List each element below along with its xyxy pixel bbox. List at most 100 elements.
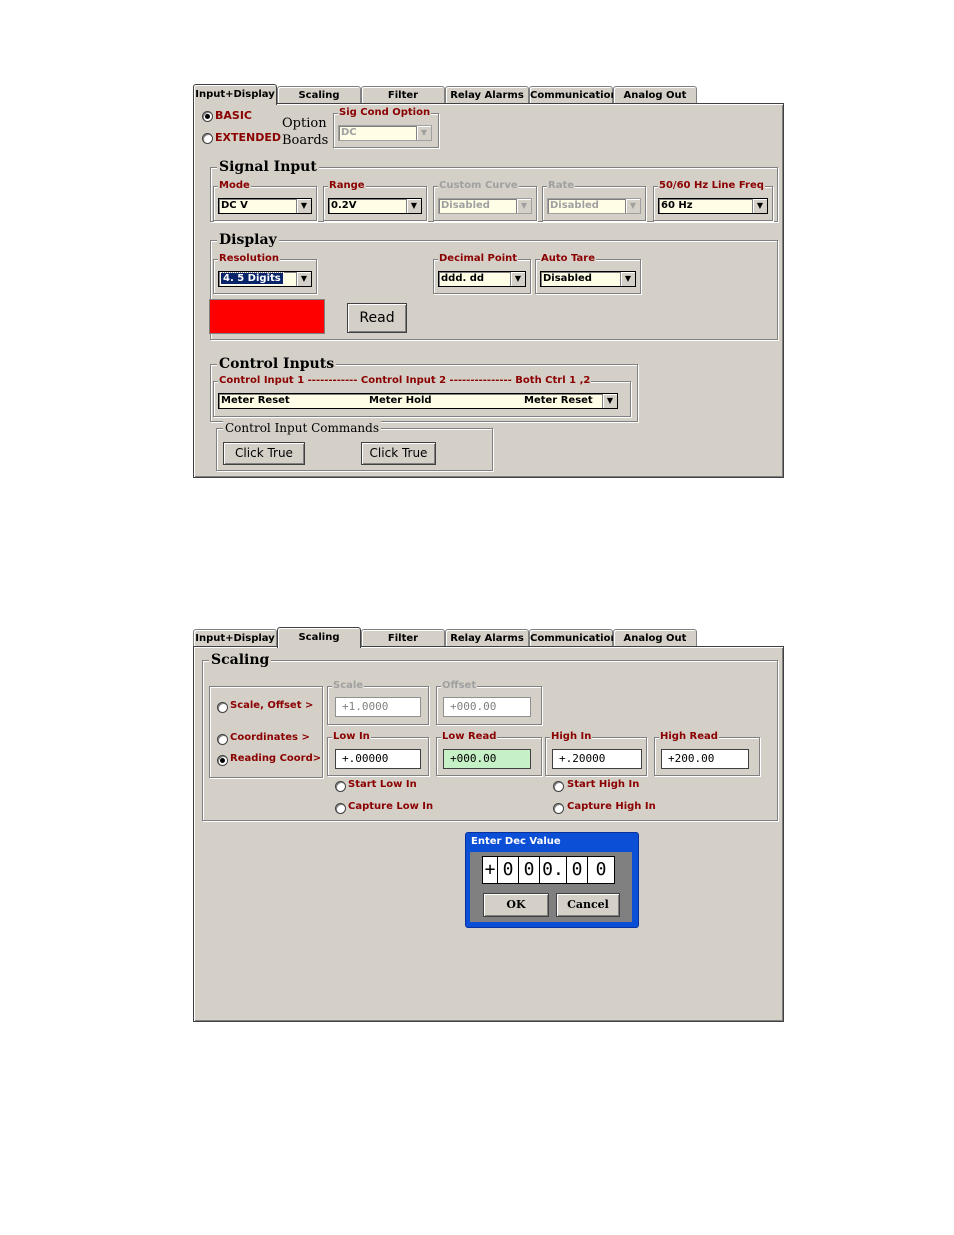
decimal-point-select[interactable]: ddd. dd ▼ xyxy=(438,271,526,287)
tab-input-display[interactable]: Input+Display xyxy=(193,629,277,646)
tab-analog-out[interactable]: Analog Out xyxy=(613,629,697,646)
tab-filter[interactable]: Filter xyxy=(361,629,445,646)
control-inputs-group: Control Inputs Control Input 1 ---------… xyxy=(210,357,638,422)
digit-2[interactable]: 0 xyxy=(518,856,540,884)
start-high-in-label: Start High In xyxy=(567,779,640,790)
offset-field[interactable]: +000.00 xyxy=(443,697,531,717)
digit-row: + 0 0 0. 0 0 xyxy=(482,856,620,884)
high-read-field[interactable]: +200.00 xyxy=(661,749,749,769)
chevron-down-icon: ▼ xyxy=(625,199,640,213)
signal-input-title: Signal Input xyxy=(217,159,319,175)
capture-high-in-radio[interactable] xyxy=(553,803,564,814)
click-true-button-1[interactable]: Click True xyxy=(223,442,305,465)
tab-strip: Input+Display Scaling Filter Relay Alarm… xyxy=(193,627,784,648)
scale-offset-radio[interactable] xyxy=(217,702,228,713)
extended-radio[interactable] xyxy=(202,133,213,144)
start-high-in-radio[interactable] xyxy=(553,781,564,792)
mode-select[interactable]: DC V ▼ xyxy=(218,198,312,214)
resolution-label: Resolution xyxy=(218,253,281,265)
low-read-label: Low Read xyxy=(441,731,498,743)
custom-curve-label: Custom Curve xyxy=(438,180,519,192)
scale-offset-label: Scale, Offset > xyxy=(230,700,314,711)
control-inputs-select[interactable]: Meter Reset Meter Hold Meter Reset ▼ xyxy=(218,393,618,409)
digit-4[interactable]: 0 xyxy=(566,856,588,884)
tab-analog-out[interactable]: Analog Out xyxy=(613,86,697,103)
scaling-mode-group: Scale, Offset > Coordinates > Reading Co… xyxy=(209,686,323,778)
display-title: Display xyxy=(217,232,279,248)
line-freq-label: 50/60 Hz Line Freq xyxy=(658,180,765,192)
range-select[interactable]: 0.2V ▼ xyxy=(328,198,422,214)
ok-button[interactable]: OK xyxy=(483,893,549,917)
tab-communication[interactable]: Communication xyxy=(529,629,618,646)
high-read-group: High Read +200.00 xyxy=(654,731,760,776)
line-freq-select[interactable]: 60 Hz ▼ xyxy=(658,198,768,214)
decimal-point-label: Decimal Point xyxy=(438,253,519,265)
tab-scaling[interactable]: Scaling xyxy=(277,86,361,103)
tab-content: Scaling Scale, Offset > Coordinates > Re… xyxy=(193,646,784,1022)
tab-relay-alarms[interactable]: Relay Alarms xyxy=(445,86,529,103)
control-inputs-subgroup: Control Input 1 ------------ Control Inp… xyxy=(213,375,631,417)
scale-field[interactable]: +1.0000 xyxy=(335,697,421,717)
chevron-down-icon: ▼ xyxy=(602,394,617,408)
read-button[interactable]: Read xyxy=(347,303,407,333)
tab-filter[interactable]: Filter xyxy=(361,86,445,103)
sig-cond-select[interactable]: DC ▼ xyxy=(338,125,432,141)
sig-cond-group: Sig Cond Option DC ▼ xyxy=(333,107,439,148)
rate-group: Rate Disabled ▼ xyxy=(542,180,646,221)
display-group: Display Resolution 4. 5 Digits ▼ Decimal … xyxy=(209,233,778,340)
digit-3[interactable]: 0. xyxy=(539,856,567,884)
click-true-button-2[interactable]: Click True xyxy=(361,442,436,465)
sig-cond-label: Sig Cond Option xyxy=(338,107,432,119)
reading-coord-label: Reading Coord> xyxy=(230,753,322,764)
offset-label: Offset xyxy=(441,680,478,692)
low-in-group: Low In +.00000 xyxy=(327,731,429,776)
scaling-title: Scaling xyxy=(209,652,272,668)
digit-1[interactable]: 0 xyxy=(497,856,519,884)
low-read-field[interactable]: +000.00 xyxy=(443,749,531,769)
resolution-select[interactable]: 4. 5 Digits ▼ xyxy=(218,271,312,287)
decimal-point-group: Decimal Point ddd. dd ▼ xyxy=(433,253,531,294)
enter-dec-value-dialog: Enter Dec Value + 0 0 0. 0 0 OK Cancel xyxy=(465,832,639,928)
capture-low-in-radio[interactable] xyxy=(335,803,346,814)
scaling-panel: Input+Display Scaling Filter Relay Alarm… xyxy=(193,627,784,1022)
reading-coord-radio[interactable] xyxy=(217,755,228,766)
mode-label: Mode xyxy=(218,180,251,192)
display-indicator xyxy=(209,299,325,334)
control-inputs-title: Control Inputs xyxy=(217,356,337,372)
custom-curve-select[interactable]: Disabled ▼ xyxy=(438,198,532,214)
start-low-in-radio[interactable] xyxy=(335,781,346,792)
both-ctrl-value: Meter Reset xyxy=(524,395,593,406)
low-in-label: Low In xyxy=(332,731,371,743)
auto-tare-select[interactable]: Disabled ▼ xyxy=(540,271,636,287)
control-commands-group: Control Input Commands Click True Click … xyxy=(216,421,493,471)
tab-communication[interactable]: Communication xyxy=(529,86,618,103)
chevron-down-icon: ▼ xyxy=(752,199,767,213)
option-boards-label: Option Boards xyxy=(282,116,329,148)
coordinates-label: Coordinates > xyxy=(230,732,310,743)
control-input-2-value: Meter Hold xyxy=(369,395,432,406)
custom-curve-group: Custom Curve Disabled ▼ xyxy=(433,180,537,221)
high-in-field[interactable]: +.20000 xyxy=(552,749,642,769)
tab-scaling[interactable]: Scaling xyxy=(277,627,361,648)
chevron-down-icon: ▼ xyxy=(296,272,311,286)
low-in-field[interactable]: +.00000 xyxy=(335,749,421,769)
coordinates-radio[interactable] xyxy=(217,734,228,745)
resolution-group: Resolution 4. 5 Digits ▼ xyxy=(213,253,317,294)
control-commands-title: Control Input Commands xyxy=(223,421,381,435)
line-freq-group: 50/60 Hz Line Freq 60 Hz ▼ xyxy=(653,180,773,221)
chevron-down-icon: ▼ xyxy=(620,272,635,286)
rate-select[interactable]: Disabled ▼ xyxy=(547,198,641,214)
cancel-button[interactable]: Cancel xyxy=(556,893,620,917)
basic-radio[interactable] xyxy=(202,111,213,122)
control-inputs-header: Control Input 1 ------------ Control Inp… xyxy=(218,375,592,387)
chevron-down-icon: ▼ xyxy=(510,272,525,286)
capture-low-in-label: Capture Low In xyxy=(348,801,434,812)
capture-high-in-label: Capture High In xyxy=(567,801,656,812)
tab-relay-alarms[interactable]: Relay Alarms xyxy=(445,629,529,646)
digit-5[interactable]: 0 xyxy=(587,856,615,884)
high-in-label: High In xyxy=(550,731,593,743)
chevron-down-icon: ▼ xyxy=(416,126,431,140)
tab-input-display[interactable]: Input+Display xyxy=(193,84,277,105)
dialog-title: Enter Dec Value xyxy=(471,836,561,847)
digit-sign[interactable]: + xyxy=(482,856,498,884)
